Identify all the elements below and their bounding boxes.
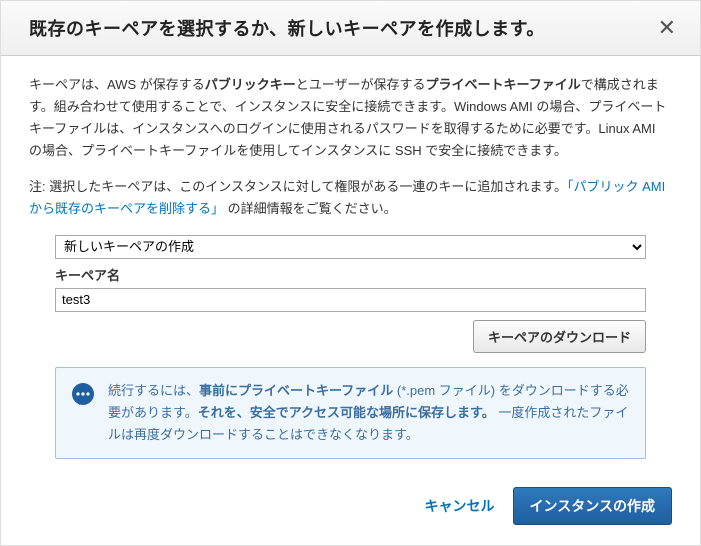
note-paragraph: 注: 選択したキーペアは、このインスタンスに対して権限がある一連のキーに追加され… bbox=[29, 176, 672, 220]
dialog-title: 既存のキーペアを選択するか、新しいキーペアを作成します。 bbox=[29, 15, 545, 41]
text: 続行するには、 bbox=[108, 383, 199, 398]
info-text: 続行するには、事前にプライベートキーファイル (*.pem ファイル) をダウン… bbox=[108, 380, 631, 446]
dialog-body: キーペアは、AWS が保存するパブリックキーとユーザーが保存するプライベートキー… bbox=[1, 56, 700, 473]
download-keypair-button[interactable]: キーペアのダウンロード bbox=[473, 320, 646, 353]
close-icon[interactable]: ✕ bbox=[654, 17, 680, 39]
info-box: 続行するには、事前にプライベートキーファイル (*.pem ファイル) をダウン… bbox=[55, 367, 646, 459]
launch-instances-button[interactable]: インスタンスの作成 bbox=[513, 487, 672, 525]
text: キーペアは、AWS が保存する bbox=[29, 77, 205, 92]
keypair-dialog: 既存のキーペアを選択するか、新しいキーペアを作成します。 ✕ キーペアは、AWS… bbox=[0, 0, 701, 546]
text: の詳細情報をご覧ください。 bbox=[224, 201, 397, 216]
description-paragraph: キーペアは、AWS が保存するパブリックキーとユーザーが保存するプライベートキー… bbox=[29, 74, 672, 162]
dialog-header: 既存のキーペアを選択するか、新しいキーペアを作成します。 ✕ bbox=[1, 1, 700, 56]
dialog-footer: キャンセル インスタンスの作成 bbox=[1, 473, 700, 545]
text: とユーザーが保存する bbox=[296, 77, 426, 92]
download-row: キーペアのダウンロード bbox=[55, 320, 646, 353]
chat-bubble-icon bbox=[70, 382, 96, 408]
form-area: 新しいキーペアの作成 キーペア名 キーペアのダウンロード 続行するには、事前にプ… bbox=[55, 235, 646, 459]
keypair-name-input[interactable] bbox=[55, 288, 646, 312]
text-bold: 事前にプライベートキーファイル bbox=[199, 383, 393, 398]
keypair-name-label: キーペア名 bbox=[55, 265, 646, 287]
text: 注: 選択したキーペアは、このインスタンスに対して権限がある一連のキーに追加され… bbox=[29, 179, 567, 194]
text-bold: パブリックキー bbox=[205, 77, 296, 92]
text-bold: それを、安全でアクセス可能な場所に保存します。 bbox=[198, 405, 495, 420]
keypair-action-select-wrap: 新しいキーペアの作成 bbox=[55, 235, 646, 259]
cancel-button[interactable]: キャンセル bbox=[425, 496, 495, 516]
text-bold: プライベートキーファイル bbox=[426, 77, 581, 92]
keypair-action-select[interactable]: 新しいキーペアの作成 bbox=[55, 235, 646, 259]
